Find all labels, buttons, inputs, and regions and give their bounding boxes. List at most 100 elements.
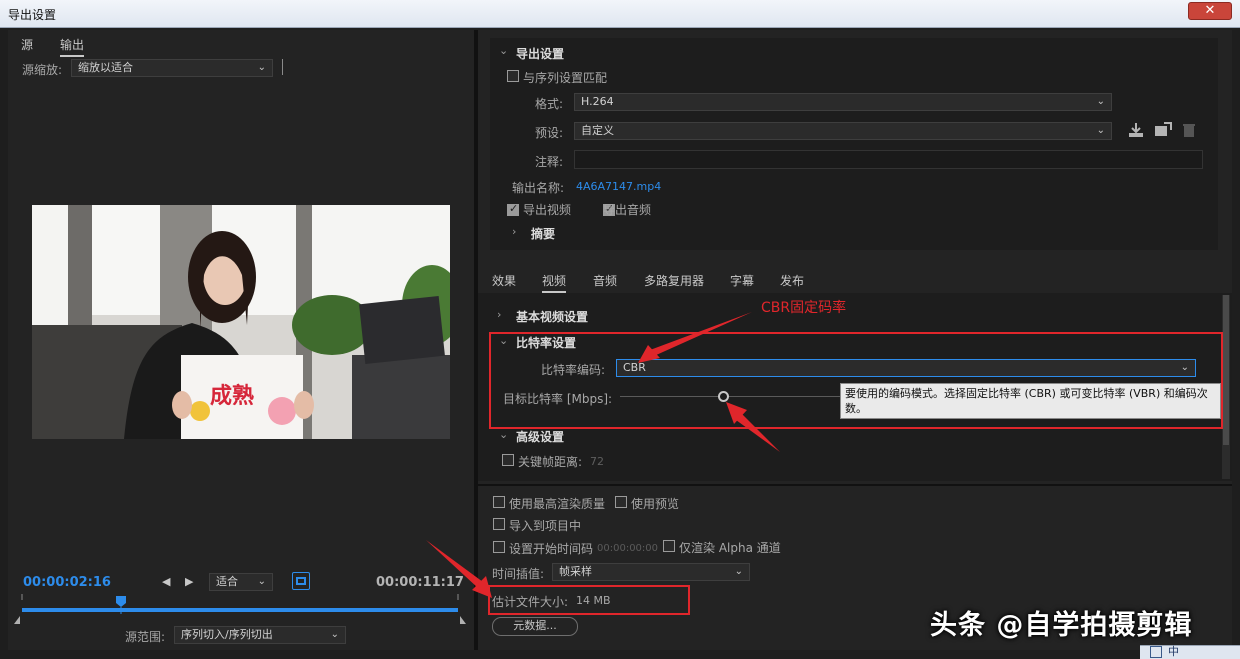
scrollbar[interactable]	[1222, 295, 1230, 479]
target-bitrate-slider-track[interactable]	[620, 396, 842, 397]
metadata-button[interactable]: 元数据...	[492, 617, 578, 636]
output-name-label: 输出名称:	[512, 179, 564, 196]
chevron-down-icon: ⌄	[1097, 94, 1105, 110]
chevron-down-icon[interactable]: ⌄	[499, 334, 508, 347]
fit-value: 适合	[216, 575, 238, 588]
tab-output[interactable]: 输出	[60, 36, 84, 57]
source-range-value: 序列切入/序列切出	[181, 628, 273, 641]
tab-captions[interactable]: 字幕	[730, 272, 754, 289]
source-range-select[interactable]: 序列切入/序列切出 ⌄	[174, 626, 346, 644]
export-video-checkbox[interactable]	[507, 204, 519, 216]
source-zoom-select[interactable]: 缩放以适合 ⌄	[71, 59, 273, 77]
save-preset-icon[interactable]	[1128, 122, 1144, 138]
source-zoom-value: 缩放以适合	[78, 61, 133, 74]
preset-value: 自定义	[581, 124, 614, 137]
taskbar: 中	[1140, 645, 1240, 659]
sign-text: 成熟	[210, 383, 254, 409]
time-interpolation-value: 帧采样	[559, 565, 592, 578]
format-label: 格式:	[535, 95, 563, 112]
preset-label: 预设:	[535, 124, 563, 141]
tab-effects[interactable]: 效果	[492, 272, 516, 289]
tab-audio[interactable]: 音频	[593, 272, 617, 289]
match-sequence-label: 与序列设置匹配	[523, 69, 607, 86]
keyframe-distance-label: 关键帧距离:	[518, 453, 582, 470]
step-back-icon[interactable]: ◀	[162, 575, 170, 588]
import-preset-icon[interactable]	[1154, 122, 1172, 138]
use-previews-checkbox[interactable]	[615, 496, 627, 508]
output-name-link[interactable]: 4A6A7147.mp4	[576, 180, 661, 193]
tab-publish[interactable]: 发布	[780, 272, 804, 289]
step-forward-icon[interactable]: ▶	[185, 575, 193, 588]
chevron-down-icon: ⌄	[258, 574, 266, 590]
chevron-down-icon[interactable]: ⌄	[499, 428, 508, 441]
set-start-timecode-label: 设置开始时间码	[509, 540, 593, 557]
target-bitrate-slider-thumb[interactable]	[718, 391, 729, 402]
render-alpha-checkbox[interactable]	[663, 540, 675, 552]
render-alpha-label: 仅渲染 Alpha 通道	[679, 539, 781, 556]
playhead-icon[interactable]	[116, 596, 126, 607]
bitrate-encoding-select[interactable]: CBR ⌄	[616, 359, 1196, 377]
video-preview: 成熟	[32, 205, 450, 439]
ime-icon[interactable]	[1150, 646, 1162, 658]
estimated-size-label: 估计文件大小:	[492, 593, 568, 610]
divider	[282, 59, 283, 75]
source-range-label: 源范围:	[125, 628, 165, 645]
bitrate-encoding-value: CBR	[623, 361, 646, 374]
estimated-size-value: 14 MB	[576, 594, 611, 607]
bitrate-encoding-label: 比特率编码:	[541, 361, 605, 378]
tab-source[interactable]: 源	[21, 36, 33, 53]
ime-language[interactable]: 中	[1168, 646, 1179, 658]
timeline-scrubber[interactable]	[12, 594, 468, 626]
chevron-down-icon: ⌄	[258, 60, 266, 76]
max-render-quality-checkbox[interactable]	[493, 496, 505, 508]
comment-label: 注释:	[535, 153, 563, 170]
format-select[interactable]: H.264 ⌄	[574, 93, 1112, 111]
import-into-project-label: 导入到项目中	[509, 517, 581, 534]
chevron-right-icon[interactable]: ›	[497, 308, 501, 321]
keyframe-distance-checkbox[interactable]	[502, 454, 514, 466]
max-render-quality-label: 使用最高渲染质量	[509, 495, 605, 512]
match-sequence-checkbox[interactable]	[507, 70, 519, 82]
aspect-correction-button[interactable]	[292, 572, 310, 590]
title-bar: 导出设置 ✕	[0, 0, 1240, 28]
tab-video[interactable]: 视频	[542, 272, 566, 293]
tab-multiplexer[interactable]: 多路复用器	[644, 272, 704, 289]
end-timecode: 00:00:11:17	[376, 575, 464, 590]
preview-frame: 成熟	[32, 205, 450, 439]
export-video-label: 导出视频	[523, 201, 571, 218]
scrollbar-thumb[interactable]	[1223, 295, 1229, 445]
cbr-annotation: CBR固定码率	[761, 297, 846, 317]
current-timecode[interactable]: 00:00:02:16	[23, 575, 111, 590]
chevron-right-icon[interactable]: ›	[512, 225, 516, 238]
chevron-down-icon: ⌄	[331, 627, 339, 643]
divider	[478, 484, 1232, 486]
fit-select[interactable]: 适合 ⌄	[209, 573, 273, 591]
chevron-down-icon[interactable]: ⌄	[499, 44, 508, 57]
advanced-settings-heading[interactable]: 高级设置	[516, 428, 564, 445]
chevron-down-icon: ⌄	[1181, 360, 1189, 376]
export-audio-label: 导出音频	[603, 201, 651, 218]
tooltip: 要使用的编码模式。选择固定比特率 (CBR) 或可变比特率 (VBR) 和编码次…	[840, 383, 1221, 419]
summary-heading[interactable]: 摘要	[531, 225, 555, 242]
source-zoom-label: 源缩放:	[22, 61, 62, 78]
bitrate-settings-heading[interactable]: 比特率设置	[516, 334, 576, 351]
time-interpolation-label: 时间插值:	[492, 565, 544, 582]
preset-select[interactable]: 自定义 ⌄	[574, 122, 1112, 140]
format-value: H.264	[581, 95, 614, 108]
chevron-down-icon: ⌄	[735, 564, 743, 580]
import-into-project-checkbox[interactable]	[493, 518, 505, 530]
export-settings-heading: 导出设置	[516, 45, 564, 62]
window-title: 导出设置	[8, 6, 56, 23]
set-start-timecode-checkbox[interactable]	[493, 541, 505, 553]
in-point-icon[interactable]	[14, 616, 20, 624]
out-point-icon[interactable]	[460, 616, 466, 624]
basic-video-settings-heading[interactable]: 基本视频设置	[516, 308, 588, 325]
start-timecode-value[interactable]: 00:00:00:00	[597, 543, 658, 554]
comment-input[interactable]	[574, 150, 1203, 169]
close-button[interactable]: ✕	[1188, 2, 1232, 20]
chevron-down-icon: ⌄	[1097, 123, 1105, 139]
keyframe-distance-value[interactable]: 72	[590, 455, 604, 468]
use-previews-label: 使用预览	[631, 495, 679, 512]
time-interpolation-select[interactable]: 帧采样 ⌄	[552, 563, 750, 581]
delete-preset-icon[interactable]	[1182, 122, 1196, 138]
